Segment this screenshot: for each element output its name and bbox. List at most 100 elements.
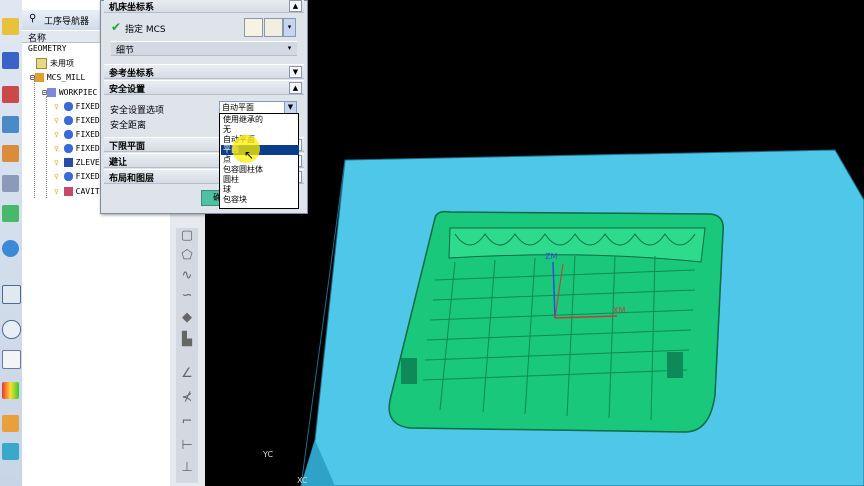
chevron-up-icon[interactable]: ▲: [289, 82, 302, 94]
status-key-icon: ♀: [54, 158, 59, 167]
details-label: 细节: [116, 46, 135, 56]
cavity-mill-icon: [63, 187, 73, 196]
dropdown-option[interactable]: 无: [221, 125, 299, 135]
dropdown-option[interactable]: 点: [221, 155, 299, 165]
fixed-contour-icon: [63, 116, 73, 125]
tree-item-operation[interactable]: ♀ FIXED: [54, 172, 100, 185]
angle-icon[interactable]: ∠: [179, 366, 195, 381]
section-lower-label: 下限平面: [109, 142, 146, 152]
program-order-icon[interactable]: [2, 18, 19, 35]
section-mcs-label: 机床坐标系: [109, 3, 155, 13]
tree-item-operation[interactable]: ♀ FIXED: [54, 116, 100, 129]
chevron-up-icon[interactable]: ▲: [289, 0, 302, 12]
palette-icon[interactable]: [2, 382, 19, 399]
tree-item-operation[interactable]: ♀ FIXED: [54, 102, 100, 115]
settings-icon[interactable]: [2, 415, 19, 432]
chevron-down-icon[interactable]: ▼: [289, 66, 302, 78]
offset-icon[interactable]: ⊢: [179, 438, 195, 453]
csys-dropdown-button[interactable]: ▾: [283, 18, 296, 37]
status-key-icon: ♀: [54, 144, 59, 153]
axis-xc-label: XC: [297, 476, 308, 485]
corner-icon[interactable]: ⌐: [179, 414, 195, 429]
method-view-icon[interactable]: [2, 116, 19, 133]
section-avoid-label: 避让: [109, 158, 128, 168]
chevron-down-icon[interactable]: ▼: [284, 102, 296, 113]
section-safety-header[interactable]: 安全设置 ▲: [104, 80, 304, 95]
dropdown-option[interactable]: 圆柱: [221, 175, 299, 185]
status-key-icon: ♀: [54, 102, 59, 111]
tree-item-operation[interactable]: ♀ FIXED: [54, 144, 100, 157]
axis-yc-label: YC: [263, 450, 274, 459]
zlevel-icon: [63, 158, 73, 167]
safety-distance-label: 安全距离: [110, 121, 147, 131]
part-slot: [401, 358, 417, 384]
pin-icon[interactable]: ⚲: [29, 13, 36, 24]
section-ref-label: 参考坐标系: [109, 69, 155, 79]
status-key-icon: ♀: [54, 116, 59, 125]
tree-item-label: ZLEVE: [75, 158, 100, 167]
details-header[interactable]: 细节 ▾: [111, 41, 297, 56]
tree-item-label: FIXED: [75, 116, 100, 125]
create-operation-icon[interactable]: [2, 145, 19, 162]
tree-item-label: MCS_MILL: [46, 73, 86, 82]
roles-icon[interactable]: [2, 443, 19, 460]
specify-mcs-label: 指定 MCS: [125, 25, 166, 35]
tree-item-mcs-mill[interactable]: ⊟ MCS_MILL: [30, 73, 85, 86]
tree-item-label: FIXED: [75, 172, 100, 181]
clock-icon[interactable]: [2, 320, 21, 339]
rectangle-icon[interactable]: ▢: [179, 228, 195, 243]
mouse-pointer-icon: ↖: [244, 148, 255, 162]
csys-axis-button[interactable]: [264, 18, 283, 37]
check-icon: ✔: [111, 20, 122, 34]
status-key-icon: ♀: [54, 130, 59, 139]
part-slot: [667, 352, 683, 378]
section-mcs-header[interactable]: 机床坐标系 ▲: [104, 0, 304, 13]
document-icon[interactable]: [2, 285, 21, 304]
tree-line: [46, 96, 47, 198]
tree-item-operation[interactable]: ♀ ZLEVE: [54, 158, 100, 171]
polygon-icon[interactable]: ⬠: [179, 248, 195, 263]
dropdown-option[interactable]: 球: [221, 185, 299, 195]
tree-line: [34, 80, 35, 198]
mirror-icon[interactable]: ⊥: [179, 460, 195, 475]
tree-item-workpiece[interactable]: ⊟ WORKPIEC: [42, 88, 97, 101]
status-key-icon: ♀: [54, 172, 59, 181]
chevron-down-icon[interactable]: ▾: [284, 43, 295, 53]
tree-item-label: CAVIT: [75, 187, 100, 196]
fixed-contour-icon: [63, 172, 73, 181]
safety-option-dropdown[interactable]: 使用继承的 无 自动平面 平面 点 包容圆柱体 圆柱 球 包容块: [219, 113, 299, 209]
list-icon[interactable]: [2, 350, 21, 369]
machine-tool-icon[interactable]: [2, 52, 19, 69]
curve-icon[interactable]: ∿: [179, 268, 195, 283]
safety-option-value: 自动平面: [222, 103, 254, 112]
safety-option-label: 安全设置选项: [110, 106, 165, 116]
tree-item-label: FIXED: [75, 144, 100, 153]
tree-item-operation[interactable]: ♀ CAVIT: [54, 187, 100, 200]
tree-item-geometry[interactable]: GEOMETRY: [28, 44, 67, 57]
tree-item-unused[interactable]: 未用项: [36, 58, 74, 71]
status-key-icon: ♀: [54, 187, 59, 196]
workpiece-icon: [46, 88, 56, 97]
generate-toolpath-icon[interactable]: [2, 205, 19, 222]
section-ref-header[interactable]: 参考坐标系 ▼: [104, 64, 304, 79]
solid-icon[interactable]: ◆: [179, 310, 195, 325]
extrude-icon[interactable]: ▙: [179, 332, 195, 347]
info-icon[interactable]: [2, 240, 19, 257]
axis-xm-label: XM: [613, 306, 626, 315]
geometry-view-icon[interactable]: [2, 86, 19, 103]
tree-item-label: WORKPIEC: [58, 88, 98, 97]
spline-icon[interactable]: ∽: [179, 288, 195, 303]
mcs-icon: [34, 73, 44, 82]
dropdown-option[interactable]: 包容块: [221, 195, 299, 205]
fixed-contour-icon: [63, 130, 73, 139]
fixed-contour-icon: [63, 144, 73, 153]
dropdown-option[interactable]: 使用继承的: [221, 115, 299, 125]
tree-item-label: GEOMETRY: [28, 44, 67, 53]
create-tool-icon[interactable]: [2, 175, 19, 192]
tree-item-operation[interactable]: ♀ FIXED: [54, 130, 100, 143]
dropdown-option[interactable]: 包容圆柱体: [221, 165, 299, 175]
csys-dialog-button[interactable]: [244, 18, 263, 37]
tree-item-label: 未用项: [50, 59, 74, 68]
trim-icon[interactable]: ⊀: [179, 390, 195, 405]
left-toolbar: [0, 0, 23, 486]
